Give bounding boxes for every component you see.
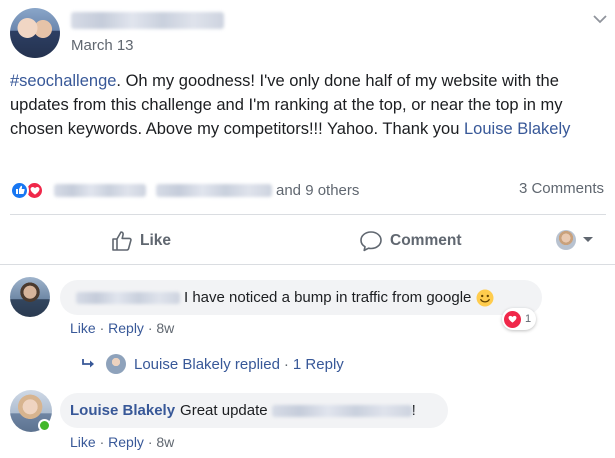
comment-bubble: Louise Blakely Great update ! [60,393,448,428]
caret-down-icon [583,237,593,242]
reply-count: 1 Reply [292,355,344,373]
post-author-avatar[interactable] [10,8,60,58]
reply-arrow-icon [82,359,94,368]
current-user-avatar [556,230,576,250]
reactor-names-redacted [156,183,272,197]
post-author-name-redacted[interactable] [71,12,224,29]
reactors-others-link[interactable]: and 9 others [276,182,359,199]
online-status-dot [38,419,51,432]
hashtag-link[interactable]: #seochallenge [10,72,116,90]
reactions-summary[interactable]: and 9 others [10,180,359,200]
smile-emoji-icon [476,289,494,306]
like-reaction-icon [10,180,29,200]
reactor-names-redacted [54,183,146,197]
section-divider [0,264,615,265]
like-button[interactable]: Like [111,228,171,254]
comment-text: I have noticed a bump in traffic from go… [184,289,472,306]
comment-like-link[interactable]: Like [70,320,96,336]
divider [10,214,606,215]
reaction-count: 1 [525,313,532,325]
comment-icon [360,231,382,252]
commenter-name[interactable]: Louise Blakely [70,402,175,419]
comment-reply-link[interactable]: Reply [108,320,144,336]
tagged-name-redacted [271,404,412,417]
thumbs-up-icon [112,231,132,251]
commenter-avatar[interactable] [10,277,50,317]
comment-actions: Like · Reply · 8w [70,434,175,450]
comments-count-link[interactable]: 3 Comments [519,180,604,197]
reply-summary-label: Louise Blakely replied [134,355,280,373]
post-text: #seochallenge. Oh my goodness! I've only… [10,69,606,141]
comment-bubble: I have noticed a bump in traffic from go… [60,280,542,315]
comment-like-link[interactable]: Like [70,434,96,450]
view-replies-link[interactable]: Louise Blakely replied · 1 Reply [82,353,344,375]
comment-timestamp[interactable]: 8w [156,320,174,336]
comment-text: Great update [180,402,268,419]
reacting-as-selector[interactable] [556,230,594,250]
mention-link[interactable]: Louise Blakely [464,120,570,138]
comment-reaction-badge[interactable]: 1 [502,308,537,330]
comment-label: Comment [390,232,462,249]
like-label: Like [140,232,172,249]
heart-icon [504,310,521,328]
comment-reply-link[interactable]: Reply [108,434,144,450]
comment-timestamp[interactable]: 8w [156,434,174,450]
replier-avatar [106,354,126,374]
post-date[interactable]: March 13 [71,37,134,54]
options-chevron-icon[interactable] [589,8,611,30]
comment-actions: Like · Reply · 8w [70,320,175,336]
comment-button[interactable]: Comment [359,228,461,254]
commenter-name-redacted[interactable] [76,291,180,304]
